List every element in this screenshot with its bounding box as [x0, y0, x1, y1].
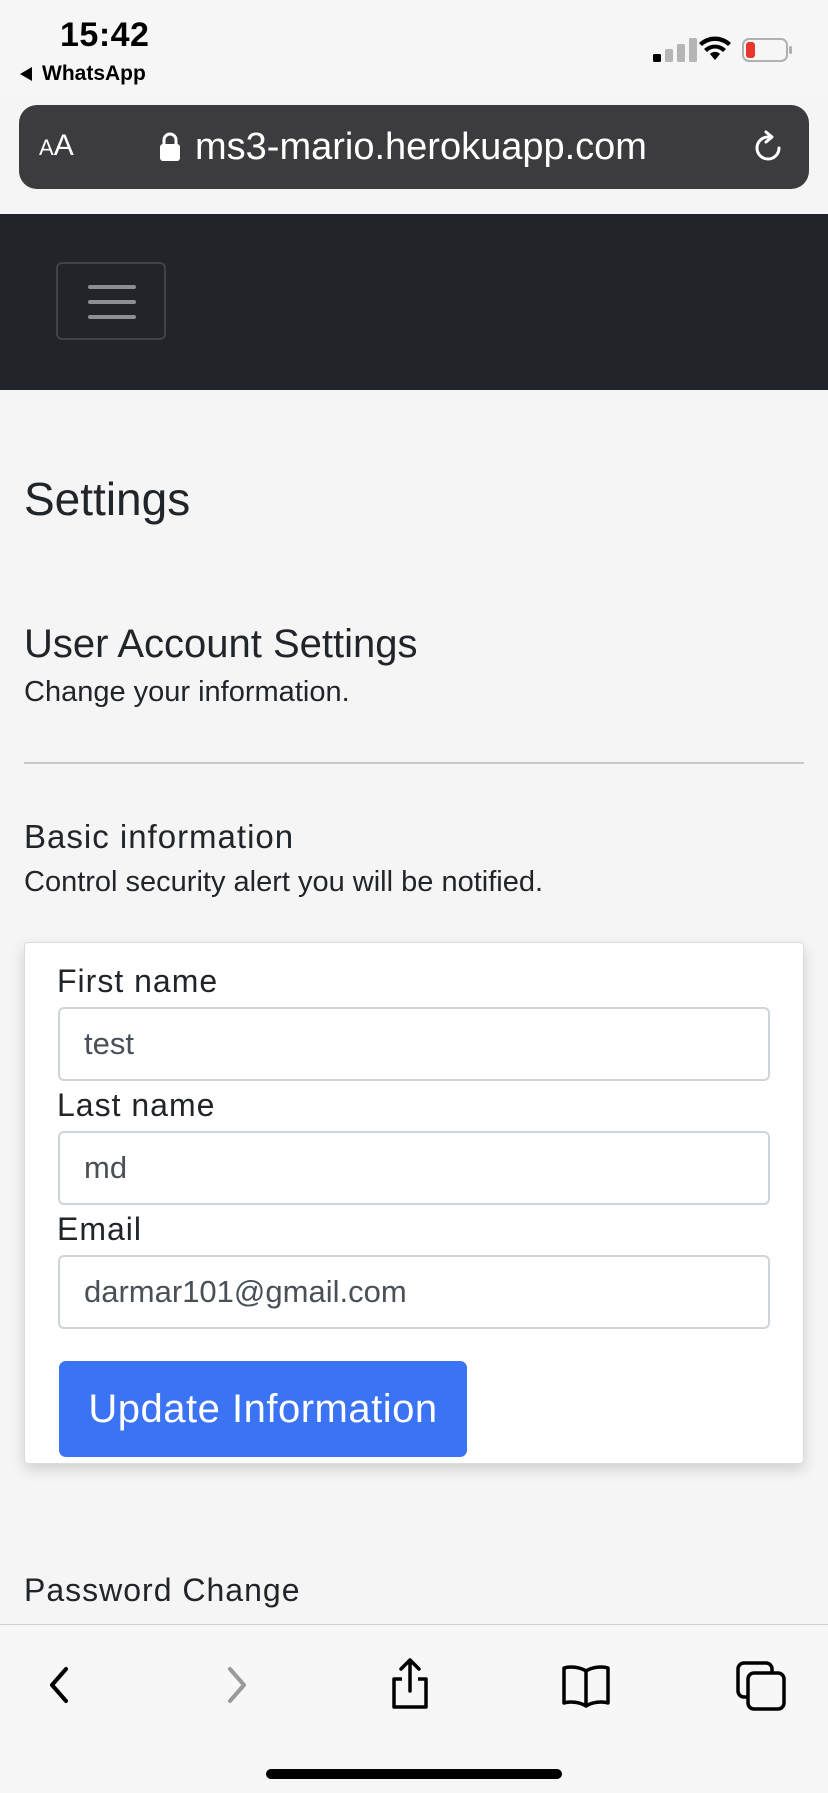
url-display[interactable]: ms3-mario.herokuapp.com: [159, 125, 647, 169]
back-triangle-icon: [20, 67, 32, 81]
site-navbar: [0, 214, 828, 390]
url-text: ms3-mario.herokuapp.com: [195, 125, 647, 168]
section-divider: [24, 762, 804, 764]
home-indicator: [266, 1769, 562, 1779]
battery-icon: [742, 38, 792, 62]
bookmarks-icon[interactable]: [556, 1655, 616, 1715]
last-name-label: Last name: [57, 1087, 216, 1123]
back-app-label: WhatsApp: [42, 62, 146, 85]
first-name-label: First name: [57, 963, 219, 999]
page-title: Settings: [24, 473, 191, 525]
account-settings-title: User Account Settings: [24, 622, 418, 666]
text-size-button[interactable]: AA: [39, 129, 74, 163]
email-input[interactable]: [58, 1255, 770, 1329]
back-to-app-link[interactable]: WhatsApp: [20, 62, 146, 86]
hamburger-icon-line: [88, 300, 136, 304]
account-settings-subtitle: Change your information.: [24, 676, 350, 708]
status-time: 15:42: [60, 16, 150, 54]
share-icon[interactable]: [380, 1655, 440, 1715]
status-bar: 15:42 WhatsApp: [0, 0, 828, 96]
navbar-toggler-button[interactable]: [56, 262, 166, 340]
lock-icon: [160, 132, 180, 161]
wifi-icon: [699, 36, 731, 60]
last-name-input[interactable]: [58, 1131, 770, 1205]
hamburger-icon-line: [88, 315, 136, 319]
password-change-title: Password Change: [24, 1572, 301, 1608]
hamburger-icon: [88, 285, 136, 289]
basic-info-subtitle: Control security alert you will be notif…: [24, 866, 544, 898]
browser-toolbar: [0, 1624, 828, 1793]
forward-icon[interactable]: [206, 1655, 266, 1715]
basic-info-title: Basic information: [24, 818, 295, 855]
browser-address-bar[interactable]: AA ms3-mario.herokuapp.com: [19, 105, 809, 189]
first-name-input[interactable]: [58, 1007, 770, 1081]
back-icon[interactable]: [30, 1655, 90, 1715]
update-information-button[interactable]: Update Information: [59, 1361, 467, 1457]
reload-icon[interactable]: [749, 129, 787, 167]
email-label: Email: [57, 1211, 143, 1247]
tabs-icon[interactable]: [732, 1655, 792, 1715]
basic-info-form-card: First name Last name Email Update Inform…: [24, 942, 804, 1464]
